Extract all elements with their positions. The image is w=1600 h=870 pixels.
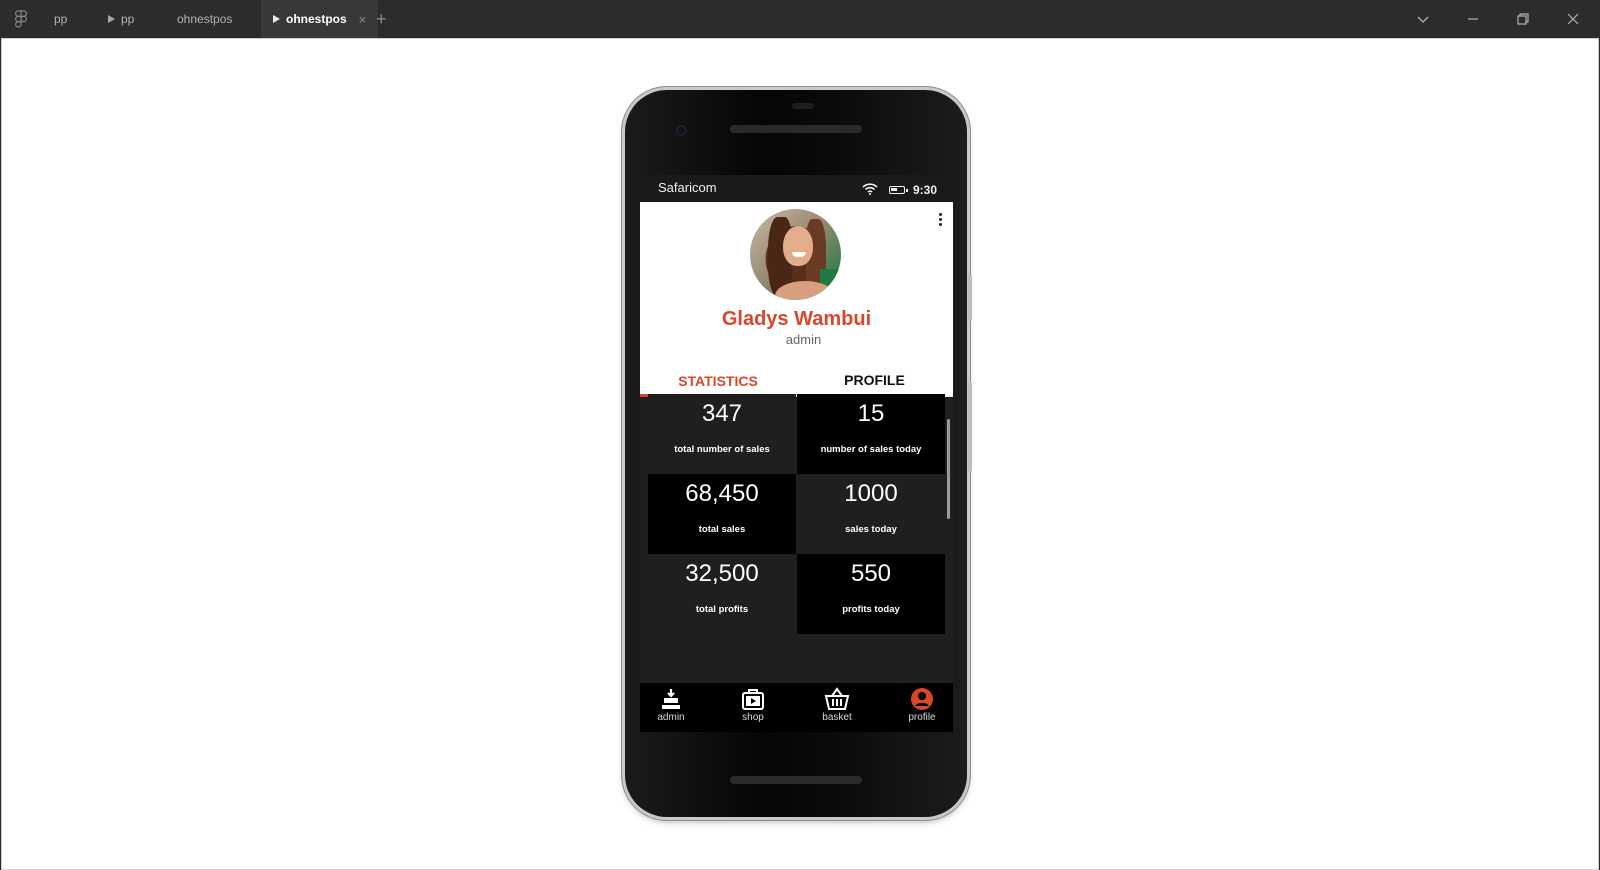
tab-label: ohnestpos (177, 12, 233, 26)
nav-label: admin (657, 712, 685, 723)
title-bar: pp pp ohnestpos ohnestpos × + (0, 0, 1600, 38)
tab-statistics[interactable]: STATISTICS (640, 364, 796, 397)
nav-shop[interactable]: shop (723, 687, 783, 723)
top-speaker (730, 125, 862, 133)
stat-total-number-of-sales: 347 total number of sales (648, 394, 796, 474)
avatar (750, 209, 841, 300)
wifi-icon (862, 183, 878, 195)
stat-label: sales today (845, 524, 897, 535)
shop-icon (742, 689, 764, 710)
basket-icon (824, 687, 850, 710)
minimize-icon[interactable] (1464, 10, 1482, 28)
stat-profits-today: 550 profits today (797, 554, 945, 634)
stat-value: 1000 (844, 480, 898, 507)
profile-header: Gladys Wambui admin STATISTICS PROFILE (640, 202, 953, 397)
play-icon (273, 15, 280, 23)
close-window-icon[interactable] (1564, 10, 1582, 28)
bottom-navigation: admin shop basket profile (640, 683, 953, 732)
tab-label: ohnestpos (286, 12, 347, 26)
new-tab-icon[interactable]: + (376, 9, 387, 30)
more-options-icon[interactable] (939, 213, 943, 227)
chevron-down-icon[interactable] (1414, 10, 1432, 28)
tab-pp-2[interactable]: pp (108, 0, 134, 38)
profile-tabs: STATISTICS PROFILE (640, 364, 953, 397)
stats-scrollbar[interactable] (947, 419, 950, 519)
tab-close-icon[interactable]: × (359, 12, 367, 27)
nav-label: basket (822, 712, 852, 723)
stat-value: 15 (857, 400, 885, 427)
phone-screen: Safaricom 9:30 Gladys Wambui admin STATI… (640, 175, 953, 732)
profile-icon (911, 688, 933, 710)
front-camera-icon (676, 125, 687, 136)
phone-frame: Safaricom 9:30 Gladys Wambui admin STATI… (625, 90, 972, 817)
clock: 9:30 (912, 183, 937, 197)
stat-value: 550 (850, 560, 892, 587)
stat-sales-today: 1000 sales today (797, 474, 945, 554)
tab-ohnestpos-active[interactable]: ohnestpos × (261, 0, 379, 38)
admin-icon (662, 689, 680, 709)
restore-icon[interactable] (1514, 10, 1532, 28)
stat-number-of-sales-today: 15 number of sales today (797, 394, 945, 474)
earpiece (792, 103, 814, 109)
stat-label: total sales (698, 524, 746, 535)
battery-icon (889, 186, 908, 194)
nav-profile[interactable]: profile (892, 687, 952, 723)
user-role: admin (785, 332, 822, 347)
stat-label: total number of sales (674, 444, 770, 455)
tab-pp-1[interactable]: pp (54, 0, 67, 38)
tab-ohnestpos-1[interactable]: ohnestpos (177, 0, 232, 38)
power-button (968, 382, 972, 472)
nav-label: shop (742, 712, 764, 723)
stat-total-sales: 68,450 total sales (648, 474, 796, 554)
stat-label: number of sales today (820, 444, 922, 455)
volume-button (968, 275, 972, 321)
figma-logo-icon[interactable] (14, 10, 28, 28)
stat-label: profits today (842, 604, 900, 615)
stat-label: total profits (695, 604, 749, 615)
status-bar: Safaricom 9:30 (640, 175, 953, 202)
stat-total-profits: 32,500 total profits (648, 554, 796, 634)
tab-label: pp (121, 12, 135, 26)
tab-profile[interactable]: PROFILE (796, 364, 953, 397)
user-name: Gladys Wambui (721, 308, 872, 330)
tab-label: pp (54, 12, 68, 26)
play-icon (108, 15, 115, 23)
stat-value: 32,500 (685, 560, 759, 587)
nav-admin[interactable]: admin (641, 687, 701, 723)
stat-value: 347 (701, 400, 743, 427)
bottom-speaker (730, 776, 862, 784)
nav-basket[interactable]: basket (807, 687, 867, 723)
carrier-label: Safaricom (658, 180, 717, 195)
stat-value: 68,450 (685, 480, 759, 507)
nav-label: profile (908, 712, 936, 723)
